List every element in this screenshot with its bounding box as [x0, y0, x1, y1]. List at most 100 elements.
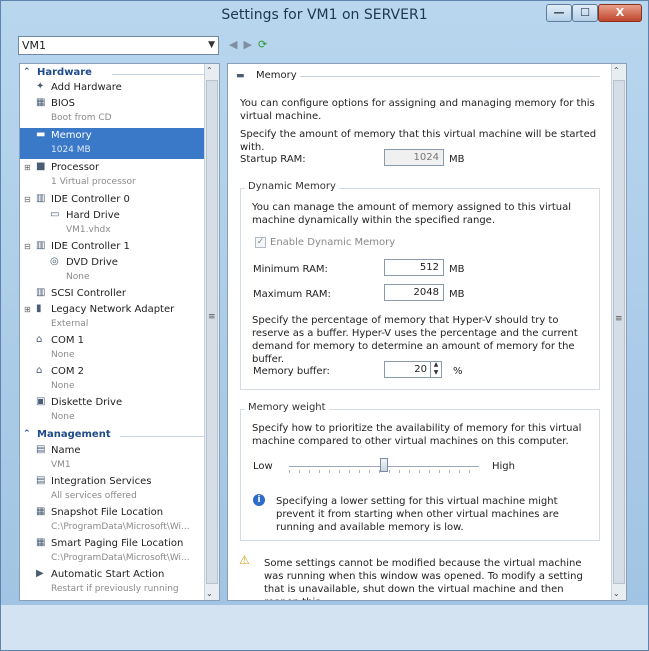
sidebar-item-detail: 1024 MB	[51, 145, 91, 155]
enable-dynamic-memory-label: Enable Dynamic Memory	[270, 237, 396, 248]
settings-tree[interactable]: ⌃ Hardware ✦ Add Hardware ▦ BIOS Boot fr…	[19, 63, 220, 601]
settings-window: Settings for VM1 on SERVER1 — ☐ X VM1 ▼ …	[0, 0, 649, 651]
sidebar-item-label: Snapshot File Location	[51, 507, 164, 518]
vm-selector-value: VM1	[22, 39, 47, 52]
sidebar-item-hard-drive[interactable]: ▭ Hard Drive VM1.vhdx	[20, 208, 205, 239]
sidebar-item-detail: All services offered	[51, 491, 137, 501]
floppy-disk-icon: ▣	[36, 396, 46, 407]
sidebar-item-label: Integration Services	[51, 476, 152, 487]
back-icon[interactable]: ◀	[229, 38, 237, 51]
sidebar-item-detail: 1 Virtual processor	[51, 177, 136, 187]
sidebar-item-legacy-network-adapter[interactable]: ⊞ ▮ Legacy Network Adapter External	[20, 302, 205, 333]
smart-paging-icon: ▦	[36, 537, 46, 548]
sidebar-item-detail: Restart if previously running	[51, 584, 179, 594]
sidebar-item-label: COM 1	[51, 335, 85, 346]
scroll-up-icon[interactable]: ⌃	[613, 66, 620, 75]
collapse-icon: ⌃	[23, 429, 31, 439]
enable-dynamic-memory-checkbox[interactable]: ✓	[255, 237, 266, 248]
forward-icon[interactable]: ▶	[243, 38, 251, 51]
sidebar-item-detail: C:\ProgramData\Microsoft\Wi...	[51, 522, 190, 532]
memory-buffer-unit: %	[453, 366, 463, 377]
bios-chip-icon: ▦	[36, 97, 46, 108]
minimum-ram-input[interactable]: 512	[384, 259, 444, 276]
sidebar-scrollbar[interactable]: ⌃ ≡ ⌄	[204, 64, 219, 600]
memory-weight-slider-thumb[interactable]	[380, 458, 388, 472]
sidebar-item-smart-paging-file-location[interactable]: ▦ Smart Paging File Location C:\ProgramD…	[20, 536, 205, 567]
sidebar-item-diskette-drive[interactable]: ▣ Diskette Drive None	[20, 395, 205, 426]
grip-icon: ≡	[208, 312, 216, 322]
scrollbar-thumb[interactable]	[206, 80, 218, 584]
sidebar-item-name[interactable]: ▤ Name VM1	[20, 443, 205, 474]
warning-icon: ⚠	[239, 553, 250, 567]
hardware-section-header[interactable]: ⌃ Hardware	[20, 66, 205, 80]
scroll-down-icon[interactable]: ⌄	[206, 589, 213, 598]
expand-icon[interactable]: ⊞	[24, 305, 31, 314]
sidebar-item-processor[interactable]: ⊞ ■ Processor 1 Virtual processor	[20, 160, 205, 191]
minimize-button[interactable]: —	[546, 4, 572, 22]
expand-icon[interactable]: ⊞	[24, 163, 31, 172]
controller-icon: ▥	[36, 193, 46, 204]
scroll-down-icon[interactable]: ⌄	[613, 589, 620, 598]
memory-settings-panel: ▬ Memory You can configure options for a…	[227, 63, 627, 601]
controller-icon: ▥	[36, 240, 46, 251]
chevron-down-icon: ▼	[208, 40, 215, 50]
collapse-icon[interactable]: ⊟	[24, 195, 31, 204]
vm-selector-dropdown[interactable]: VM1 ▼	[18, 36, 219, 55]
sidebar-item-com2[interactable]: ⌂ COM 2 None	[20, 364, 205, 395]
settings-scrollbar[interactable]: ⌃ ≡ ⌄	[611, 64, 626, 600]
dynamic-memory-title: Dynamic Memory	[245, 181, 339, 192]
sidebar-item-label: Legacy Network Adapter	[51, 304, 175, 315]
sidebar-item-memory[interactable]: ▬ Memory 1024 MB	[20, 128, 205, 159]
minimum-ram-unit: MB	[449, 264, 465, 275]
spinner-arrows-icon[interactable]: ▲ ▼	[430, 361, 441, 378]
sidebar-item-com1[interactable]: ⌂ COM 1 None	[20, 333, 205, 364]
name-tag-icon: ▤	[36, 444, 46, 455]
startup-ram-input[interactable]: 1024	[384, 149, 444, 166]
scrollbar-thumb[interactable]	[613, 80, 625, 584]
memory-intro-text: You can configure options for assigning …	[240, 98, 595, 122]
serial-port-icon: ⌂	[36, 365, 43, 376]
sidebar-item-label: Diskette Drive	[51, 397, 123, 408]
maximum-ram-input[interactable]: 2048	[384, 284, 444, 301]
refresh-icon[interactable]: ⟳	[258, 38, 267, 51]
sidebar-item-label: DVD Drive	[66, 257, 118, 268]
info-icon: i	[253, 494, 265, 506]
sidebar-item-bios[interactable]: ▦ BIOS Boot from CD	[20, 96, 205, 127]
controller-icon: ▥	[36, 287, 46, 298]
collapse-icon[interactable]: ⊟	[24, 242, 31, 251]
maximize-button[interactable]: ☐	[572, 4, 598, 22]
start-action-icon: ▶	[36, 568, 44, 579]
maximum-ram-label: Maximum RAM:	[253, 289, 331, 300]
sidebar-item-integration-services[interactable]: ▤ Integration Services All services offe…	[20, 474, 205, 505]
management-section-header[interactable]: ⌃ Management	[20, 428, 205, 442]
scroll-up-icon[interactable]: ⌃	[206, 66, 213, 75]
memory-buffer-input[interactable]: 20 ▲ ▼	[384, 361, 442, 378]
title-bar[interactable]: Settings for VM1 on SERVER1 — ☐ X	[1, 1, 648, 31]
slider-low-label: Low	[253, 461, 273, 472]
sidebar-item-label: Name	[51, 445, 81, 456]
sidebar-item-label: SCSI Controller	[51, 288, 126, 299]
add-hardware-icon: ✦	[36, 81, 45, 92]
settings-warning-text: Some settings cannot be modified because…	[264, 558, 583, 600]
sidebar-item-label: Processor	[51, 162, 100, 173]
management-section-label: Management	[37, 429, 111, 440]
sidebar-item-automatic-start-action[interactable]: ▶ Automatic Start Action Restart if prev…	[20, 567, 205, 598]
sidebar-item-detail: None	[66, 272, 90, 282]
sidebar-item-snapshot-file-location[interactable]: ▦ Snapshot File Location C:\ProgramData\…	[20, 505, 205, 536]
sidebar-item-label: IDE Controller 0	[51, 194, 130, 205]
memory-buffer-value: 20	[414, 364, 427, 375]
memory-chip-icon: ▬	[236, 71, 245, 81]
grip-icon: ≡	[615, 314, 623, 324]
dialog-button-bar	[1, 605, 648, 650]
sidebar-item-detail: None	[51, 350, 75, 360]
sidebar-item-detail: External	[51, 319, 89, 329]
close-button[interactable]: X	[598, 4, 642, 22]
memory-chip-icon: ▬	[36, 129, 46, 140]
memory-weight-info-text: Specifying a lower setting for this virt…	[276, 496, 559, 533]
sidebar-item-detail: VM1	[51, 460, 71, 470]
sidebar-item-detail: C:\ProgramData\Microsoft\Wi...	[51, 553, 190, 563]
minimum-ram-label: Minimum RAM:	[253, 264, 328, 275]
sidebar-item-dvd-drive[interactable]: ◎ DVD Drive None	[20, 255, 205, 286]
memory-weight-title: Memory weight	[245, 402, 329, 413]
startup-ram-label: Startup RAM:	[240, 154, 306, 165]
